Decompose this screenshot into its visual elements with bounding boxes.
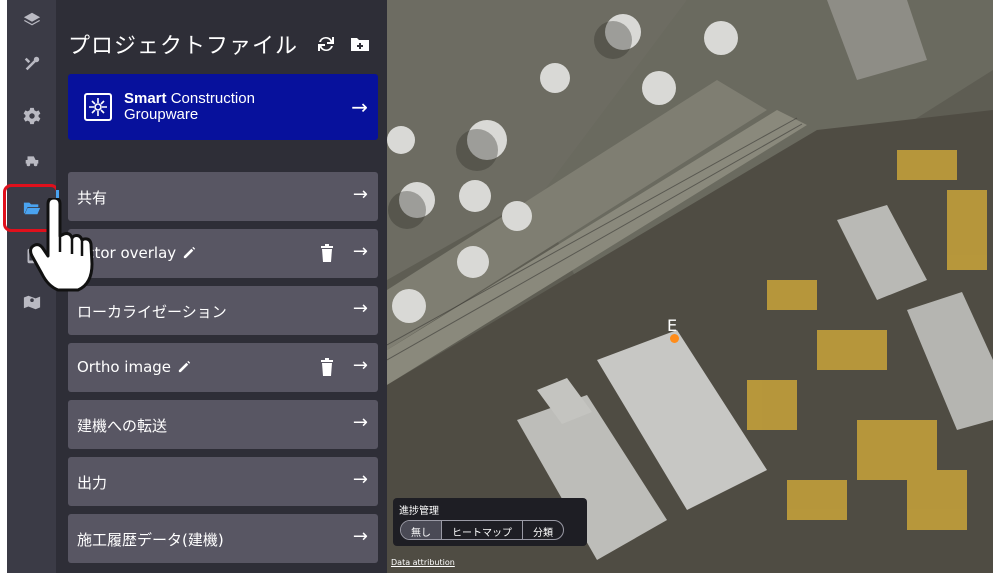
progress-title: 進捗管理 [399,506,439,517]
row-construction-history[interactable]: 施工履歴データ(建機) → [68,514,378,563]
row-label: ローカライゼーション [77,303,227,321]
row-label: 施工履歴データ(建機) [77,531,224,549]
arrow-right-icon: → [352,298,368,319]
hand-pointer-icon [28,196,100,294]
progress-option-none[interactable]: 無し [401,521,442,539]
panel-toolbar [315,33,371,55]
app-frame: プロジェクトファイル Smart Construction Groupware … [0,0,993,573]
row-shared[interactable]: 共有 → [68,172,378,221]
arrow-right-icon: → [352,184,368,205]
row-label: Ortho image [77,358,192,376]
groupware-logo-icon [84,93,112,121]
project-files-panel: プロジェクトファイル Smart Construction Groupware … [56,0,387,573]
groupware-label: Smart Construction Groupware [124,90,255,123]
smart-construction-groupware-button[interactable]: Smart Construction Groupware → [68,74,378,140]
refresh-icon[interactable] [315,33,337,55]
map-view[interactable]: E 進捗管理 無し ヒートマップ 分類 Data attribution [387,0,993,573]
gear-icon[interactable] [7,96,56,136]
tools-icon[interactable] [7,44,56,84]
progress-option-classification[interactable]: 分類 [523,521,563,539]
arrow-right-icon: → [352,526,368,547]
arrow-right-icon: → [351,95,368,119]
data-attribution-link[interactable]: Data attribution [391,558,455,567]
arrow-right-icon: → [352,241,368,262]
row-label: 出力 [77,474,108,492]
row-output[interactable]: 出力 → [68,457,378,506]
row-label: 建機への転送 [77,417,168,435]
row-localization[interactable]: ローカライゼーション → [68,286,378,335]
marker-label: E [667,316,678,335]
excavator-icon[interactable] [7,140,56,180]
progress-control: 進捗管理 無し ヒートマップ 分類 [393,498,587,546]
progress-segmented-control: 無し ヒートマップ 分類 [400,520,564,540]
row-transfer-to-machine[interactable]: 建機への転送 → [68,400,378,449]
row-ortho-image[interactable]: Ortho image → [68,343,378,392]
pencil-icon[interactable] [182,245,197,260]
row-vector-overlay[interactable]: ector overlay → [68,229,378,278]
page-title: プロジェクトファイル [68,34,299,59]
trash-icon[interactable] [320,244,334,262]
arrow-right-icon: → [352,355,368,376]
arrow-right-icon: → [352,412,368,433]
add-folder-icon[interactable] [349,33,371,55]
location-marker[interactable] [670,334,679,343]
pencil-icon[interactable] [177,359,192,374]
layers-icon[interactable] [7,0,56,40]
progress-option-heatmap[interactable]: ヒートマップ [442,521,523,539]
trash-icon[interactable] [320,358,334,376]
aerial-imagery [387,0,993,573]
arrow-right-icon: → [352,469,368,490]
